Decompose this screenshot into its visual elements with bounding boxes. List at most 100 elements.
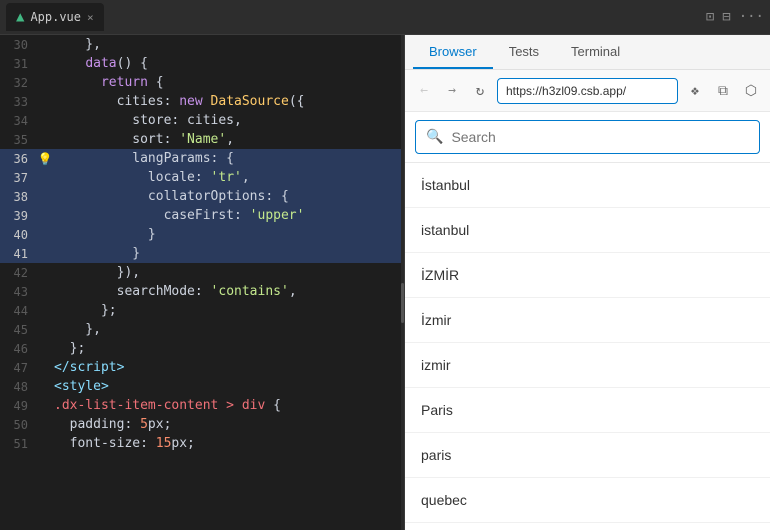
list-item[interactable]: İzmir (405, 298, 770, 343)
code-content: cities: new DataSource({ (54, 94, 400, 109)
code-line: 44 }; (0, 301, 404, 320)
more-actions-button[interactable]: ··· (739, 9, 764, 25)
line-number: 50 (0, 418, 36, 432)
browser-tabs: BrowserTestsTerminal (405, 35, 770, 70)
line-number: 33 (0, 95, 36, 109)
refresh-button[interactable]: ↻ (469, 80, 491, 102)
line-number: 42 (0, 266, 36, 280)
code-line: 32 return { (0, 73, 404, 92)
code-line: 35 sort: 'Name', (0, 130, 404, 149)
line-number: 32 (0, 76, 36, 90)
code-content: data() { (54, 56, 400, 71)
code-content: }; (54, 303, 400, 318)
line-gutter: 💡 (36, 152, 54, 166)
code-line: 31 data() { (0, 54, 404, 73)
code-line: 33 cities: new DataSource({ (0, 92, 404, 111)
line-number: 35 (0, 133, 36, 147)
list-item[interactable]: Paris (405, 388, 770, 433)
code-editor[interactable]: 30 },31 data() {32 return {33 cities: ne… (0, 35, 404, 530)
browser-tab-terminal[interactable]: Terminal (555, 35, 636, 69)
browser-tab-browser[interactable]: Browser (413, 35, 493, 69)
lightbulb-icon[interactable]: 💡 (38, 152, 53, 166)
main-content: 30 },31 data() {32 return {33 cities: ne… (0, 35, 770, 530)
code-line: 51 font-size: 15px; (0, 434, 404, 453)
code-line: 30 }, (0, 35, 404, 54)
file-tab[interactable]: ▲ App.vue × (6, 3, 104, 31)
code-line: 47</script> (0, 358, 404, 377)
list-item[interactable]: istanbul (405, 208, 770, 253)
line-number: 51 (0, 437, 36, 451)
browser-panel: BrowserTestsTerminal ← → ↻ ❖ ⧉ ⬡ 🔍 İstan… (405, 35, 770, 530)
split-editor-button[interactable]: ⊡ (706, 9, 714, 25)
code-line: 43 searchMode: 'contains', (0, 282, 404, 301)
code-line: 37 locale: 'tr', (0, 168, 404, 187)
code-content: sort: 'Name', (54, 132, 400, 147)
search-box[interactable]: 🔍 (415, 120, 760, 154)
code-line: 38 collatorOptions: { (0, 187, 404, 206)
copy-icon[interactable]: ⧉ (712, 80, 734, 102)
list-item[interactable]: quebec (405, 478, 770, 523)
code-content: collatorOptions: { (54, 189, 400, 204)
codesandbox-icon[interactable]: ❖ (684, 80, 706, 102)
line-number: 48 (0, 380, 36, 394)
list-item[interactable]: paris (405, 433, 770, 478)
code-content: }, (54, 322, 400, 337)
search-input[interactable] (451, 129, 749, 145)
code-content: caseFirst: 'upper' (54, 208, 400, 223)
tab-bar: ▲ App.vue × ⊡ ⊟ ··· (0, 0, 770, 35)
code-line: 36💡 langParams: { (0, 149, 404, 168)
city-list: İstanbulistanbulİZMİRİzmirizmirParispari… (405, 163, 770, 530)
code-content: }), (54, 265, 400, 280)
code-content: <style> (54, 379, 400, 394)
line-number: 47 (0, 361, 36, 375)
line-number: 36 (0, 152, 36, 166)
code-line: 45 }, (0, 320, 404, 339)
tab-actions: ⊡ ⊟ ··· (706, 9, 764, 25)
url-input[interactable] (497, 78, 678, 104)
line-number: 43 (0, 285, 36, 299)
list-item[interactable]: İZMİR (405, 253, 770, 298)
browser-actions: ❖ ⧉ ⬡ (684, 80, 762, 102)
browser-tab-tests[interactable]: Tests (493, 35, 555, 69)
search-container: 🔍 (405, 112, 770, 163)
line-number: 40 (0, 228, 36, 242)
line-number: 30 (0, 38, 36, 52)
code-content: }; (54, 341, 400, 356)
code-line: 39 caseFirst: 'upper' (0, 206, 404, 225)
code-line: 40 } (0, 225, 404, 244)
line-number: 41 (0, 247, 36, 261)
line-number: 31 (0, 57, 36, 71)
code-line: 50 padding: 5px; (0, 415, 404, 434)
search-icon: 🔍 (426, 129, 443, 145)
back-button[interactable]: ← (413, 80, 435, 102)
list-item[interactable]: İstanbul (405, 163, 770, 208)
line-number: 45 (0, 323, 36, 337)
code-content: return { (54, 75, 400, 90)
code-content: }, (54, 37, 400, 52)
close-tab-button[interactable]: × (87, 11, 94, 24)
open-new-icon[interactable]: ⬡ (740, 80, 762, 102)
code-content: font-size: 15px; (54, 436, 400, 451)
scroll-indicator (401, 35, 404, 530)
tab-filename: App.vue (30, 10, 81, 24)
line-number: 34 (0, 114, 36, 128)
code-panel: 30 },31 data() {32 return {33 cities: ne… (0, 35, 405, 530)
forward-button[interactable]: → (441, 80, 463, 102)
browser-address-bar: ← → ↻ ❖ ⧉ ⬡ (405, 70, 770, 112)
code-line: 34 store: cities, (0, 111, 404, 130)
editor-layout-button[interactable]: ⊟ (722, 9, 730, 25)
scroll-thumb (401, 283, 404, 323)
vue-icon: ▲ (16, 9, 24, 25)
line-number: 37 (0, 171, 36, 185)
line-number: 49 (0, 399, 36, 413)
code-line: 46 }; (0, 339, 404, 358)
code-content: searchMode: 'contains', (54, 284, 400, 299)
code-line: 42 }), (0, 263, 404, 282)
code-content: } (54, 246, 400, 261)
list-item[interactable]: izmir (405, 343, 770, 388)
line-number: 44 (0, 304, 36, 318)
line-number: 46 (0, 342, 36, 356)
code-content: store: cities, (54, 113, 400, 128)
code-content: } (54, 227, 400, 242)
code-line: 49.dx-list-item-content > div { (0, 396, 404, 415)
